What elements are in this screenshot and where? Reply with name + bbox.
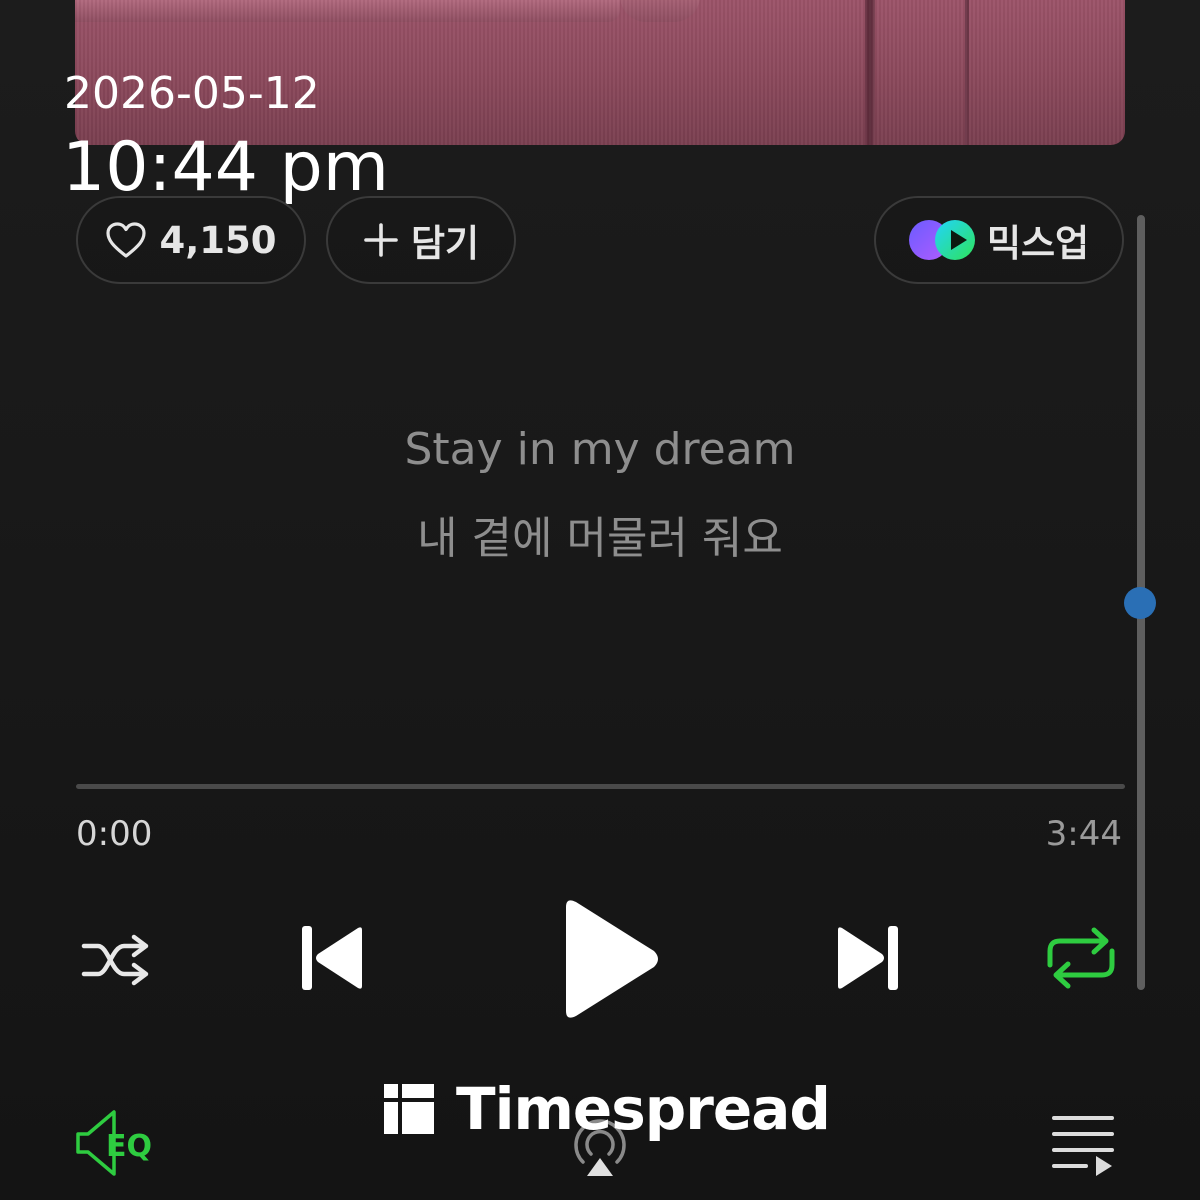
eq-icon[interactable]: EQ: [74, 1108, 164, 1178]
mixup-label: 믹스업: [986, 222, 1090, 265]
shuffle-icon[interactable]: [80, 930, 152, 990]
vertical-scrollbar-thumb[interactable]: [1124, 587, 1156, 619]
heart-icon: [106, 222, 147, 258]
lyric-line-korean: 내 곁에 머물러 줘요: [417, 513, 783, 564]
add-label: 담기: [410, 222, 480, 265]
watermark-text: Timespread: [456, 1075, 831, 1143]
next-icon[interactable]: [834, 922, 900, 994]
previous-icon[interactable]: [300, 922, 366, 994]
mixup-logo-icon: [908, 220, 975, 260]
playlist-icon[interactable]: [1050, 1110, 1116, 1176]
watermark: Timespread: [384, 1075, 831, 1143]
play-icon[interactable]: [558, 895, 662, 1023]
repeat-icon[interactable]: [1044, 925, 1118, 991]
timestamp-date: 2026-05-12: [64, 68, 320, 119]
total-time: 3:44: [1045, 814, 1122, 854]
timespread-logo-icon: [384, 1084, 434, 1134]
mixup-button[interactable]: 믹스업: [874, 196, 1124, 284]
plus-icon: [364, 223, 398, 257]
eq-label: EQ: [106, 1129, 152, 1164]
add-to-playlist-button[interactable]: 담기: [326, 196, 516, 284]
like-count: 4,150: [159, 218, 277, 262]
current-time: 0:00: [76, 814, 153, 854]
progress-bar[interactable]: [76, 784, 1125, 789]
lyric-line-english: Stay in my dream: [404, 424, 796, 475]
like-button[interactable]: 4,150: [76, 196, 306, 284]
